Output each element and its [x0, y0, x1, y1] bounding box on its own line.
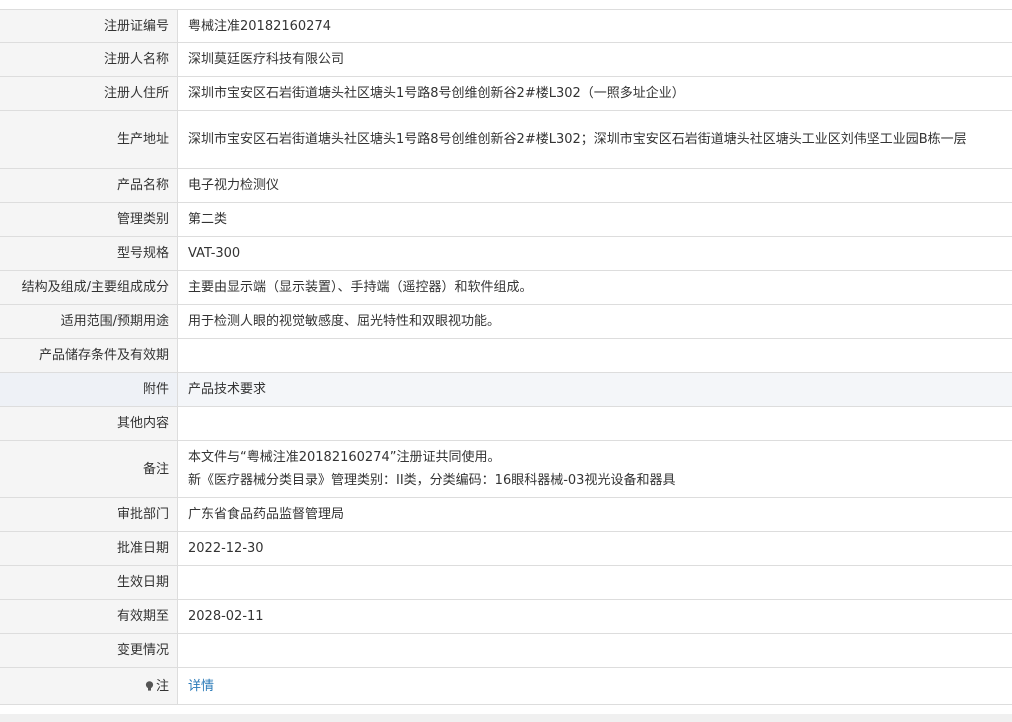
- row-label-attachment: 附件: [0, 372, 178, 407]
- row-label-approval-dept: 审批部门: [0, 497, 178, 532]
- page-bottom-bar: [0, 714, 1012, 722]
- row-label-other: 其他内容: [0, 406, 178, 441]
- remarks-line-1: 本文件与“粤械注准20182160274”注册证共同使用。: [188, 450, 501, 465]
- row-value-remarks: 本文件与“粤械注准20182160274”注册证共同使用。 新《医疗器械分类目录…: [177, 440, 1012, 498]
- note-label: 注: [155, 678, 169, 694]
- table-row: 批准日期 2022-12-30: [0, 531, 1012, 566]
- row-value-other: [177, 406, 1012, 441]
- row-value-changes: [177, 633, 1012, 668]
- row-label-effective-date: 生效日期: [0, 565, 178, 600]
- table-row: 型号规格 VAT-300: [0, 236, 1012, 271]
- row-value-intended-use: 用于检测人眼的视觉敏感度、屈光特性和双眼视功能。: [177, 304, 1012, 339]
- registration-detail-table: 注册证编号 粤械注准20182160274 注册人名称 深圳莫廷医疗科技有限公司…: [0, 9, 1012, 705]
- lightbulb-icon: [145, 676, 154, 691]
- row-label-registrant-name: 注册人名称: [0, 42, 178, 77]
- row-value-registration-no: 粤械注准20182160274: [177, 9, 1012, 43]
- row-value-model-spec: VAT-300: [177, 236, 1012, 271]
- row-value-approval-dept: 广东省食品药品监督管理局: [177, 497, 1012, 532]
- row-label-model-spec: 型号规格: [0, 236, 178, 271]
- row-label-structure: 结构及组成/主要组成成分: [0, 270, 178, 305]
- row-value-attachment: 产品技术要求: [177, 372, 1012, 407]
- row-value-effective-date: [177, 565, 1012, 600]
- row-value-storage: [177, 338, 1012, 373]
- table-row: 产品名称 电子视力检测仪: [0, 168, 1012, 203]
- table-row: 审批部门 广东省食品药品监督管理局: [0, 497, 1012, 532]
- table-row: 附件 产品技术要求: [0, 372, 1012, 407]
- remarks-line-2: 新《医疗器械分类目录》管理类别：II类，分类编码：16眼科器械-03视光设备和器…: [188, 473, 676, 488]
- row-label-storage: 产品储存条件及有效期: [0, 338, 178, 373]
- table-row: 注册人住所 深圳市宝安区石岩街道塘头社区塘头1号路8号创维创新谷2#楼L302（…: [0, 76, 1012, 111]
- table-row: 生效日期: [0, 565, 1012, 600]
- row-value-registrant-name: 深圳莫廷医疗科技有限公司: [177, 42, 1012, 77]
- table-row: 注册人名称 深圳莫廷医疗科技有限公司: [0, 42, 1012, 77]
- table-row: 注 详情: [0, 667, 1012, 705]
- row-value-approval-date: 2022-12-30: [177, 531, 1012, 566]
- row-label-remarks: 备注: [0, 440, 178, 498]
- table-row: 其他内容: [0, 406, 1012, 441]
- table-row: 生产地址 深圳市宝安区石岩街道塘头社区塘头1号路8号创维创新谷2#楼L302；深…: [0, 110, 1012, 169]
- details-link[interactable]: 详情: [188, 679, 214, 694]
- row-value-valid-until: 2028-02-11: [177, 599, 1012, 634]
- row-label-intended-use: 适用范围/预期用途: [0, 304, 178, 339]
- row-value-production-address: 深圳市宝安区石岩街道塘头社区塘头1号路8号创维创新谷2#楼L302；深圳市宝安区…: [177, 110, 1012, 169]
- table-row: 备注 本文件与“粤械注准20182160274”注册证共同使用。 新《医疗器械分…: [0, 440, 1012, 498]
- table-row: 管理类别 第二类: [0, 202, 1012, 237]
- row-value-product-name: 电子视力检测仪: [177, 168, 1012, 203]
- table-row: 产品储存条件及有效期: [0, 338, 1012, 373]
- table-row: 变更情况: [0, 633, 1012, 668]
- row-label-approval-date: 批准日期: [0, 531, 178, 566]
- row-label-registrant-address: 注册人住所: [0, 76, 178, 111]
- row-label-changes: 变更情况: [0, 633, 178, 668]
- row-label-product-name: 产品名称: [0, 168, 178, 203]
- table-row: 注册证编号 粤械注准20182160274: [0, 9, 1012, 43]
- row-label-production-address: 生产地址: [0, 110, 178, 169]
- registration-detail-page: 注册证编号 粤械注准20182160274 注册人名称 深圳莫廷医疗科技有限公司…: [0, 0, 1012, 722]
- table-row: 结构及组成/主要组成成分 主要由显示端（显示装置）、手持端（遥控器）和软件组成。: [0, 270, 1012, 305]
- row-label-note: 注: [0, 667, 178, 705]
- table-row: 有效期至 2028-02-11: [0, 599, 1012, 634]
- row-value-registrant-address: 深圳市宝安区石岩街道塘头社区塘头1号路8号创维创新谷2#楼L302（一照多址企业…: [177, 76, 1012, 111]
- row-value-structure: 主要由显示端（显示装置）、手持端（遥控器）和软件组成。: [177, 270, 1012, 305]
- table-row: 适用范围/预期用途 用于检测人眼的视觉敏感度、屈光特性和双眼视功能。: [0, 304, 1012, 339]
- row-label-valid-until: 有效期至: [0, 599, 178, 634]
- row-label-management-class: 管理类别: [0, 202, 178, 237]
- row-value-management-class: 第二类: [177, 202, 1012, 237]
- row-label-registration-no: 注册证编号: [0, 9, 178, 43]
- row-value-note: 详情: [177, 667, 1012, 705]
